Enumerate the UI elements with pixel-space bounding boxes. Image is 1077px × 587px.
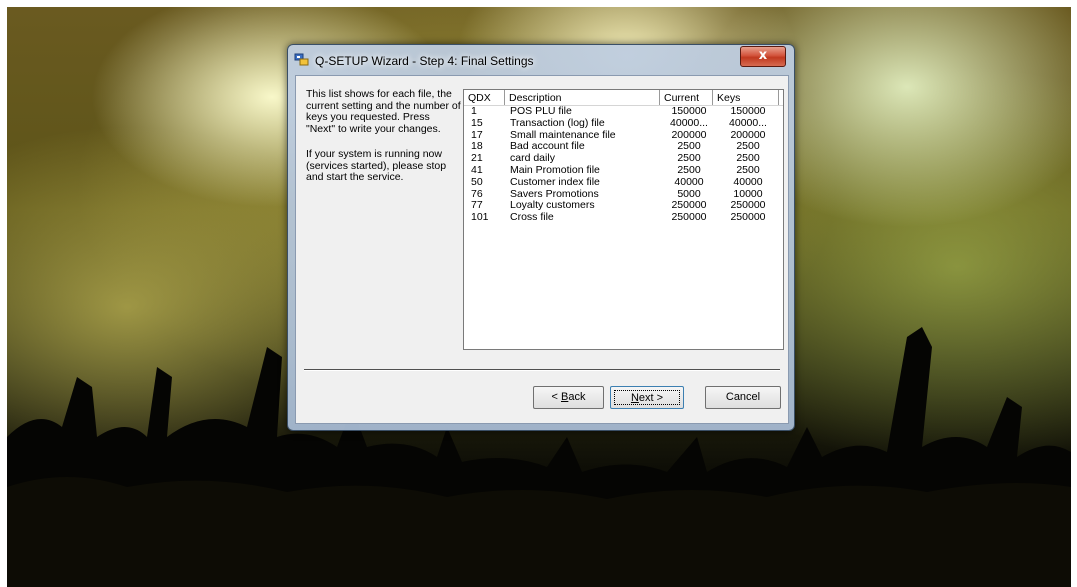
cancel-button[interactable]: Cancel xyxy=(705,386,781,409)
cell-keys: 40000... xyxy=(729,116,767,129)
next-button-mnemonic: N xyxy=(630,392,639,404)
instructions-paragraph-2: If your system is running now (services … xyxy=(306,148,447,183)
back-button-label: ack xyxy=(568,391,586,403)
cancel-button-label: Cancel xyxy=(725,391,761,403)
cell-description: Transaction (log) file xyxy=(510,116,605,129)
cell-keys: 40000 xyxy=(733,175,763,188)
close-button[interactable]: x xyxy=(740,46,786,67)
title-bar[interactable]: Q-SETUP Wizard - Step 4: Final Settings … xyxy=(288,45,794,73)
cell-qdx: 15 xyxy=(471,116,483,129)
cell-qdx: 41 xyxy=(471,163,483,176)
cell-qdx: 101 xyxy=(471,211,489,224)
cell-current: 40000... xyxy=(670,116,708,129)
list-row[interactable]: 41 Main Promotion file 2500 2500 xyxy=(464,163,783,177)
next-button[interactable]: Next > xyxy=(610,386,684,409)
cell-description: Customer index file xyxy=(510,175,600,188)
back-button[interactable]: < Back xyxy=(533,386,604,409)
cell-current: 40000 xyxy=(674,175,704,188)
focus-rectangle: Next > xyxy=(614,390,680,405)
cell-keys: 2500 xyxy=(736,163,760,176)
close-icon: x xyxy=(758,48,768,63)
dialog-client-area: This list shows for each file, the curre… xyxy=(295,75,789,424)
cell-current: 2500 xyxy=(677,163,701,176)
column-header-qdx[interactable]: QDX xyxy=(464,90,505,105)
back-button-prefix: < xyxy=(551,391,561,403)
list-body: 1 POS PLU file 150000 150000 15 Transact… xyxy=(464,105,783,224)
instructions-paragraph-1: This list shows for each file, the curre… xyxy=(306,88,461,135)
file-settings-list[interactable]: QDX Description Current Keys 1 POS PLU f… xyxy=(463,89,784,350)
cell-qdx: 50 xyxy=(471,175,483,188)
cell-current: 250000 xyxy=(671,211,707,224)
setup-wizard-dialog: Q-SETUP Wizard - Step 4: Final Settings … xyxy=(287,44,795,431)
separator-line xyxy=(304,369,780,371)
cell-description: Cross file xyxy=(510,211,554,224)
list-row[interactable]: 15 Transaction (log) file 40000... 40000… xyxy=(464,116,783,130)
next-button-label: ext > xyxy=(638,392,664,404)
column-header-description[interactable]: Description xyxy=(505,90,660,105)
list-header: QDX Description Current Keys xyxy=(464,90,783,106)
column-header-keys[interactable]: Keys xyxy=(713,90,779,105)
instructions-text: This list shows for each file, the curre… xyxy=(306,88,461,198)
cell-description: Main Promotion file xyxy=(510,163,600,176)
list-row[interactable]: 50 Customer index file 40000 40000 xyxy=(464,175,783,189)
window-title: Q-SETUP Wizard - Step 4: Final Settings xyxy=(315,54,534,68)
cell-keys: 250000 xyxy=(730,211,766,224)
column-header-current[interactable]: Current xyxy=(660,90,713,105)
setup-wizard-icon xyxy=(294,53,309,66)
list-row[interactable]: 101 Cross file 250000 250000 xyxy=(464,211,783,224)
